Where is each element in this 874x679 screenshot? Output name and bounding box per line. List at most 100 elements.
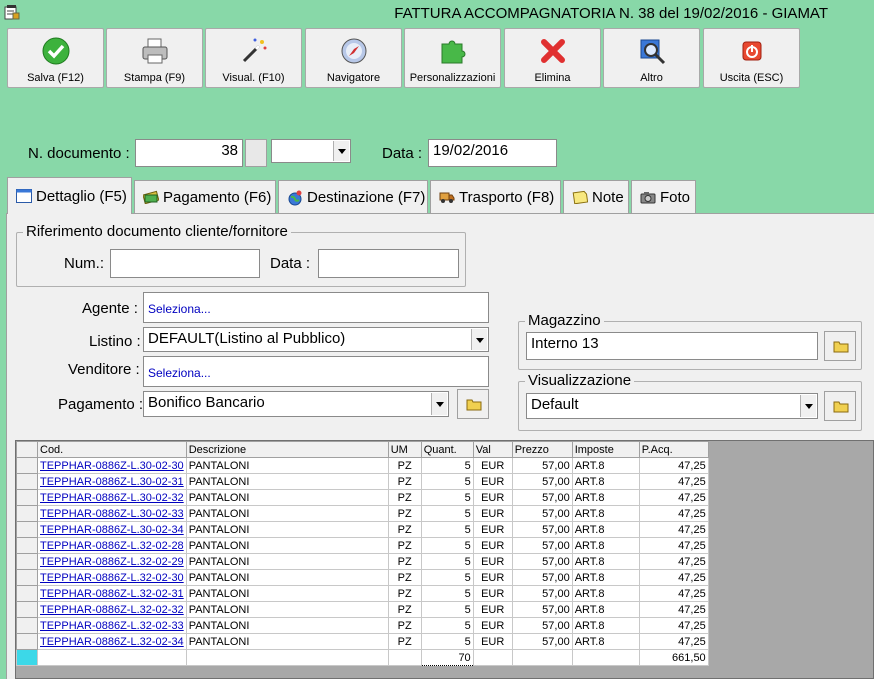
- cell-code[interactable]: TEPPHAR-0886Z-L.32-02-28: [37, 537, 187, 554]
- cell-description[interactable]: PANTALONI: [185, 489, 389, 506]
- cell-taxes[interactable]: ART.8: [571, 553, 640, 570]
- product-code-link[interactable]: TEPPHAR-0886Z-L.32-02-30: [40, 572, 184, 584]
- totals-row[interactable]: 70 661,50: [16, 649, 709, 666]
- cell-quantity[interactable]: 5: [420, 633, 474, 650]
- chevron-down-icon[interactable]: [333, 141, 349, 161]
- cell-price[interactable]: 57,00: [511, 505, 573, 522]
- cell-price[interactable]: 57,00: [511, 569, 573, 586]
- table-row[interactable]: TEPPHAR-0886Z-L.30-02-31 PANTALONI PZ 5 EUR 5…: [16, 473, 709, 490]
- tab-detail[interactable]: Dettaglio (F5): [7, 177, 132, 214]
- navigator-button[interactable]: Navigatore: [305, 28, 402, 88]
- cell-purchase-price[interactable]: 47,25: [638, 633, 709, 650]
- cell-purchase-price[interactable]: 47,25: [638, 601, 709, 618]
- table-row[interactable]: TEPPHAR-0886Z-L.30-02-30 PANTALONI PZ 5 EUR 5…: [16, 457, 709, 474]
- more-button[interactable]: Altro: [603, 28, 700, 88]
- table-row[interactable]: TEPPHAR-0886Z-L.32-02-31 PANTALONI PZ 5 EUR 5…: [16, 585, 709, 602]
- reference-date-field[interactable]: [318, 249, 459, 278]
- row-selector[interactable]: [16, 537, 38, 554]
- cell-currency[interactable]: EUR: [472, 553, 513, 570]
- print-button[interactable]: Stampa (F9): [106, 28, 203, 88]
- table-row[interactable]: TEPPHAR-0886Z-L.32-02-32 PANTALONI PZ 5 EUR 5…: [16, 601, 709, 618]
- cell-taxes[interactable]: ART.8: [571, 585, 640, 602]
- cell-code[interactable]: TEPPHAR-0886Z-L.32-02-31: [37, 585, 187, 602]
- table-row[interactable]: TEPPHAR-0886Z-L.32-02-34 PANTALONI PZ 5 EUR 5…: [16, 633, 709, 650]
- column-header-unit[interactable]: UM: [387, 441, 422, 458]
- product-code-link[interactable]: TEPPHAR-0886Z-L.30-02-34: [40, 524, 184, 536]
- cell-quantity[interactable]: 5: [420, 505, 474, 522]
- delete-button[interactable]: Elimina: [504, 28, 601, 88]
- product-code-link[interactable]: TEPPHAR-0886Z-L.30-02-30: [40, 460, 184, 472]
- cell-currency[interactable]: EUR: [472, 569, 513, 586]
- cell-taxes[interactable]: ART.8: [571, 505, 640, 522]
- cell-code[interactable]: TEPPHAR-0886Z-L.30-02-33: [37, 505, 187, 522]
- cell-unit[interactable]: PZ: [387, 553, 422, 570]
- cell-quantity[interactable]: 5: [420, 521, 474, 538]
- tab-payment[interactable]: Pagamento (F6): [134, 180, 276, 213]
- row-selector[interactable]: [16, 585, 38, 602]
- cell-currency[interactable]: EUR: [472, 505, 513, 522]
- cell-code[interactable]: TEPPHAR-0886Z-L.32-02-29: [37, 553, 187, 570]
- cell-currency[interactable]: EUR: [472, 489, 513, 506]
- cell-code[interactable]: TEPPHAR-0886Z-L.30-02-32: [37, 489, 187, 506]
- new-row-selector[interactable]: [16, 649, 38, 666]
- cell-code[interactable]: TEPPHAR-0886Z-L.30-02-34: [37, 521, 187, 538]
- column-header-description[interactable]: Descrizione: [185, 441, 389, 458]
- table-row[interactable]: TEPPHAR-0886Z-L.32-02-28 PANTALONI PZ 5 EUR 5…: [16, 537, 709, 554]
- tab-transport[interactable]: Trasporto (F8): [430, 180, 561, 213]
- cell-description[interactable]: PANTALONI: [185, 585, 389, 602]
- doc-number-field[interactable]: 38: [135, 139, 243, 167]
- table-row[interactable]: TEPPHAR-0886Z-L.32-02-33 PANTALONI PZ 5 EUR 5…: [16, 617, 709, 634]
- cell-quantity[interactable]: 5: [420, 537, 474, 554]
- cell-quantity[interactable]: 5: [420, 489, 474, 506]
- app-icon[interactable]: [4, 4, 20, 20]
- cell-taxes[interactable]: ART.8: [571, 457, 640, 474]
- doc-number-suffix-button[interactable]: [245, 139, 267, 167]
- cell-taxes[interactable]: ART.8: [571, 617, 640, 634]
- chevron-down-icon[interactable]: [431, 393, 447, 415]
- cell-purchase-price[interactable]: 47,25: [638, 553, 709, 570]
- cell-purchase-price[interactable]: 47,25: [638, 617, 709, 634]
- doc-series-select[interactable]: [271, 139, 351, 163]
- cell-currency[interactable]: EUR: [472, 521, 513, 538]
- product-code-link[interactable]: TEPPHAR-0886Z-L.30-02-32: [40, 492, 184, 504]
- cell-unit[interactable]: PZ: [387, 505, 422, 522]
- cell-unit[interactable]: PZ: [387, 473, 422, 490]
- cell-unit[interactable]: PZ: [387, 601, 422, 618]
- warehouse-browse-button[interactable]: [824, 331, 856, 361]
- cell-unit[interactable]: PZ: [387, 521, 422, 538]
- tab-destination[interactable]: Destinazione (F7): [278, 180, 428, 213]
- cell-purchase-price[interactable]: 47,25: [638, 489, 709, 506]
- cell-description[interactable]: PANTALONI: [185, 521, 389, 538]
- cell-purchase-price[interactable]: 47,25: [638, 521, 709, 538]
- payment-browse-button[interactable]: [457, 389, 489, 419]
- cell-price[interactable]: 57,00: [511, 617, 573, 634]
- product-code-link[interactable]: TEPPHAR-0886Z-L.32-02-33: [40, 620, 184, 632]
- cell-currency[interactable]: EUR: [472, 457, 513, 474]
- cell-price[interactable]: 57,00: [511, 601, 573, 618]
- row-selector[interactable]: [16, 617, 38, 634]
- cell-price[interactable]: 57,00: [511, 553, 573, 570]
- column-header-taxes[interactable]: Imposte: [571, 441, 640, 458]
- agent-selector[interactable]: Seleziona...: [143, 292, 489, 323]
- cell-description[interactable]: PANTALONI: [185, 569, 389, 586]
- row-selector[interactable]: [16, 457, 38, 474]
- cell-description[interactable]: PANTALONI: [185, 601, 389, 618]
- product-code-link[interactable]: TEPPHAR-0886Z-L.30-02-33: [40, 508, 184, 520]
- cell-quantity[interactable]: 5: [420, 553, 474, 570]
- cell-taxes[interactable]: ART.8: [571, 489, 640, 506]
- cell-purchase-price[interactable]: 47,25: [638, 585, 709, 602]
- table-row[interactable]: TEPPHAR-0886Z-L.30-02-33 PANTALONI PZ 5 EUR 5…: [16, 505, 709, 522]
- payment-select[interactable]: Bonifico Bancario: [143, 391, 449, 417]
- table-row[interactable]: TEPPHAR-0886Z-L.32-02-30 PANTALONI PZ 5 EUR 5…: [16, 569, 709, 586]
- row-selector[interactable]: [16, 601, 38, 618]
- cell-quantity[interactable]: 5: [420, 617, 474, 634]
- column-header-currency[interactable]: Val: [472, 441, 513, 458]
- cell-quantity[interactable]: 5: [420, 585, 474, 602]
- row-selector[interactable]: [16, 505, 38, 522]
- cell-taxes[interactable]: ART.8: [571, 633, 640, 650]
- row-selector[interactable]: [16, 633, 38, 650]
- cell-unit[interactable]: PZ: [387, 489, 422, 506]
- warehouse-field[interactable]: Interno 13: [526, 332, 818, 360]
- cell-taxes[interactable]: ART.8: [571, 473, 640, 490]
- cell-taxes[interactable]: ART.8: [571, 521, 640, 538]
